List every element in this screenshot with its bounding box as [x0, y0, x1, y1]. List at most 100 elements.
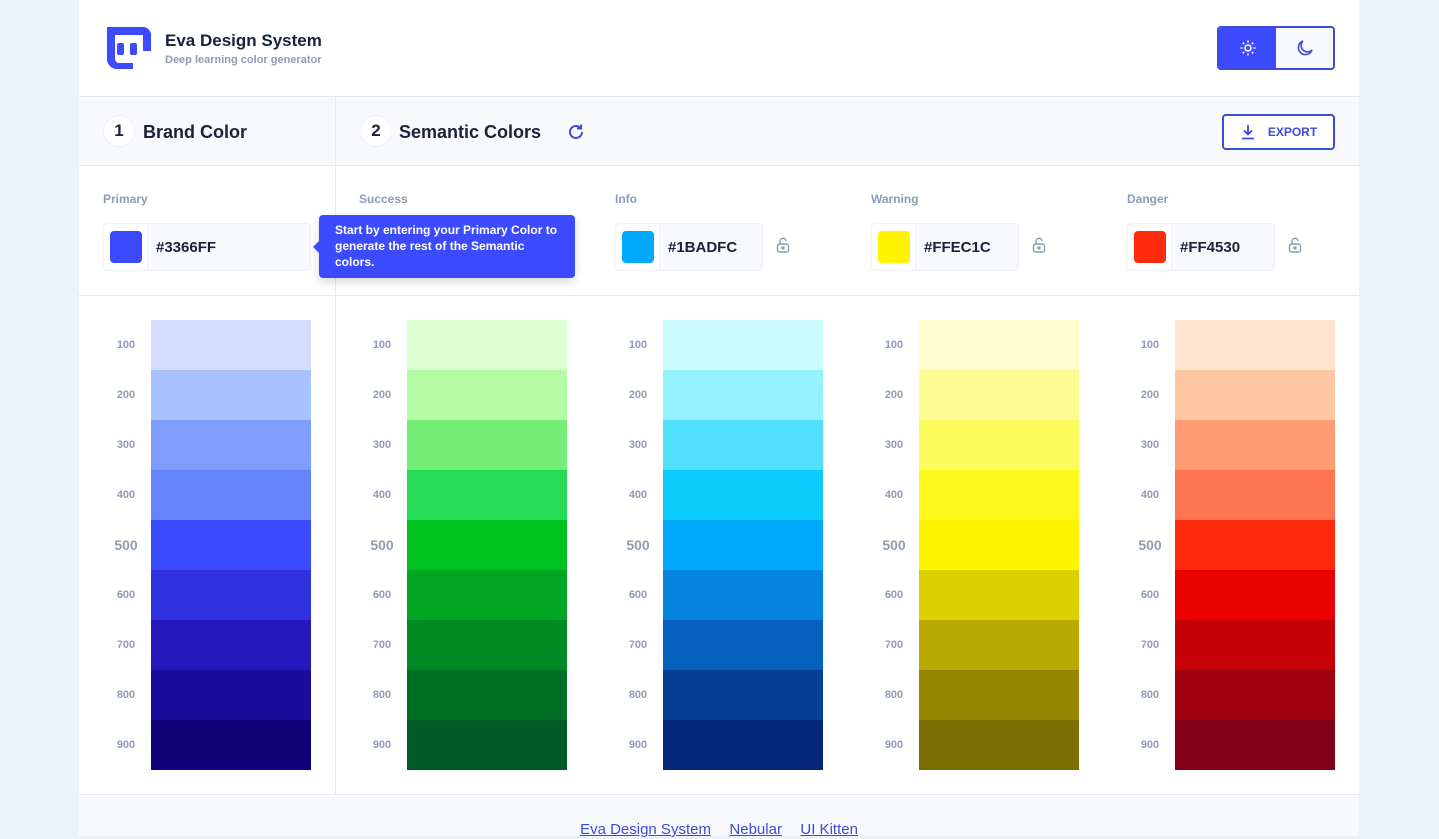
unlock-icon[interactable] [1032, 237, 1046, 258]
palette-info: 100 200 300 400 500 600 700 800 900 [591, 320, 847, 770]
step-label: 500 [1138, 537, 1162, 553]
warning-step-700[interactable] [919, 620, 1079, 670]
info-step-700[interactable] [663, 620, 823, 670]
primary-step-100[interactable] [151, 320, 311, 370]
primary-color-input[interactable]: #3366FF [103, 223, 311, 271]
primary-step-900[interactable] [151, 720, 311, 770]
step-label: 200 [884, 389, 904, 401]
unlock-icon[interactable] [776, 237, 790, 258]
footer-link-nebular[interactable]: Nebular [729, 821, 782, 838]
info-step-200[interactable] [663, 370, 823, 420]
primary-step-300[interactable] [151, 420, 311, 470]
step-label: 700 [1140, 639, 1160, 651]
dark-theme-button[interactable] [1276, 28, 1333, 68]
divider [335, 97, 336, 794]
primary-step-800[interactable] [151, 670, 311, 720]
primary-step-400[interactable] [151, 470, 311, 520]
info-step-300[interactable] [663, 420, 823, 470]
primary-swatch-button[interactable] [104, 224, 148, 270]
light-theme-button[interactable] [1219, 28, 1276, 68]
warning-hex-value[interactable]: #FFEC1C [924, 239, 991, 256]
danger-step-100[interactable] [1175, 320, 1335, 370]
step-label: 400 [628, 489, 648, 501]
danger-step-500[interactable] [1175, 520, 1335, 570]
success-step-100[interactable] [407, 320, 567, 370]
danger-color-input[interactable]: #FF4530 [1127, 223, 1275, 271]
step-label: 300 [116, 439, 136, 451]
danger-step-900[interactable] [1175, 720, 1335, 770]
success-step-400[interactable] [407, 470, 567, 520]
info-step-900[interactable] [663, 720, 823, 770]
theme-toggle[interactable] [1217, 26, 1335, 70]
step-label: 400 [884, 489, 904, 501]
success-step-700[interactable] [407, 620, 567, 670]
input-column-danger: Danger #FF4530 [1103, 166, 1359, 295]
step-label: 700 [884, 639, 904, 651]
warning-label: Warning [871, 192, 919, 206]
info-color-input[interactable]: #1BADFC [615, 223, 763, 271]
primary-step-700[interactable] [151, 620, 311, 670]
app-title: Eva Design System [165, 31, 322, 50]
step-label: 700 [116, 639, 136, 651]
warning-step-300[interactable] [919, 420, 1079, 470]
info-swatch-button[interactable] [616, 224, 660, 270]
success-step-900[interactable] [407, 720, 567, 770]
success-step-200[interactable] [407, 370, 567, 420]
primary-step-600[interactable] [151, 570, 311, 620]
warning-step-400[interactable] [919, 470, 1079, 520]
primary-step-200[interactable] [151, 370, 311, 420]
danger-label: Danger [1127, 192, 1169, 206]
primary-swatch [109, 231, 142, 263]
info-hex-value[interactable]: #1BADFC [668, 239, 737, 256]
step-label: 800 [116, 689, 136, 701]
warning-step-600[interactable] [919, 570, 1079, 620]
danger-hex-value[interactable]: #FF4530 [1180, 239, 1240, 256]
danger-step-200[interactable] [1175, 370, 1335, 420]
danger-step-300[interactable] [1175, 420, 1335, 470]
info-step-400[interactable] [663, 470, 823, 520]
warning-swatch [877, 231, 910, 263]
warning-step-900[interactable] [919, 720, 1079, 770]
danger-step-800[interactable] [1175, 670, 1335, 720]
warning-step-200[interactable] [919, 370, 1079, 420]
warning-step-100[interactable] [919, 320, 1079, 370]
step-label: 700 [372, 639, 392, 651]
step-label: 500 [882, 537, 906, 553]
primary-hex-value[interactable]: #3366FF [156, 239, 216, 256]
footer-link-ui-kitten[interactable]: UI Kitten [800, 821, 858, 838]
footer-link-eva[interactable]: Eva Design System [580, 821, 711, 838]
danger-step-700[interactable] [1175, 620, 1335, 670]
danger-step-600[interactable] [1175, 570, 1335, 620]
unlock-icon[interactable] [1288, 237, 1302, 258]
success-step-500[interactable] [407, 520, 567, 570]
step-label: 500 [370, 537, 394, 553]
success-step-300[interactable] [407, 420, 567, 470]
warning-swatch-button[interactable] [872, 224, 916, 270]
palettes: 100 200 300 400 500 600 700 800 900 100 200 300 400 5… [79, 296, 1359, 794]
danger-swatch-button[interactable] [1128, 224, 1172, 270]
warning-step-500[interactable] [919, 520, 1079, 570]
palette-danger: 100 200 300 400 500 600 700 800 900 [1103, 320, 1359, 770]
step-label: 500 [114, 537, 138, 553]
step-label: 200 [116, 389, 136, 401]
refresh-icon[interactable] [567, 123, 585, 141]
info-step-100[interactable] [663, 320, 823, 370]
info-step-600[interactable] [663, 570, 823, 620]
step-label: 900 [1140, 739, 1160, 751]
step-label: 900 [628, 739, 648, 751]
info-step-500[interactable] [663, 520, 823, 570]
input-column-warning: Warning #FFEC1C [847, 166, 1103, 295]
success-step-800[interactable] [407, 670, 567, 720]
success-step-600[interactable] [407, 570, 567, 620]
export-label: EXPORT [1267, 125, 1318, 139]
palette-success: 100 200 300 400 500 600 700 800 900 [335, 320, 591, 770]
info-step-800[interactable] [663, 670, 823, 720]
export-button[interactable]: EXPORT [1222, 114, 1335, 150]
warning-step-800[interactable] [919, 670, 1079, 720]
download-icon [1241, 125, 1254, 140]
danger-step-400[interactable] [1175, 470, 1335, 520]
footer: Eva Design System Nebular UI Kitten [79, 794, 1359, 838]
step-label: 600 [1140, 589, 1160, 601]
warning-color-input[interactable]: #FFEC1C [871, 223, 1019, 271]
primary-step-500[interactable] [151, 520, 311, 570]
